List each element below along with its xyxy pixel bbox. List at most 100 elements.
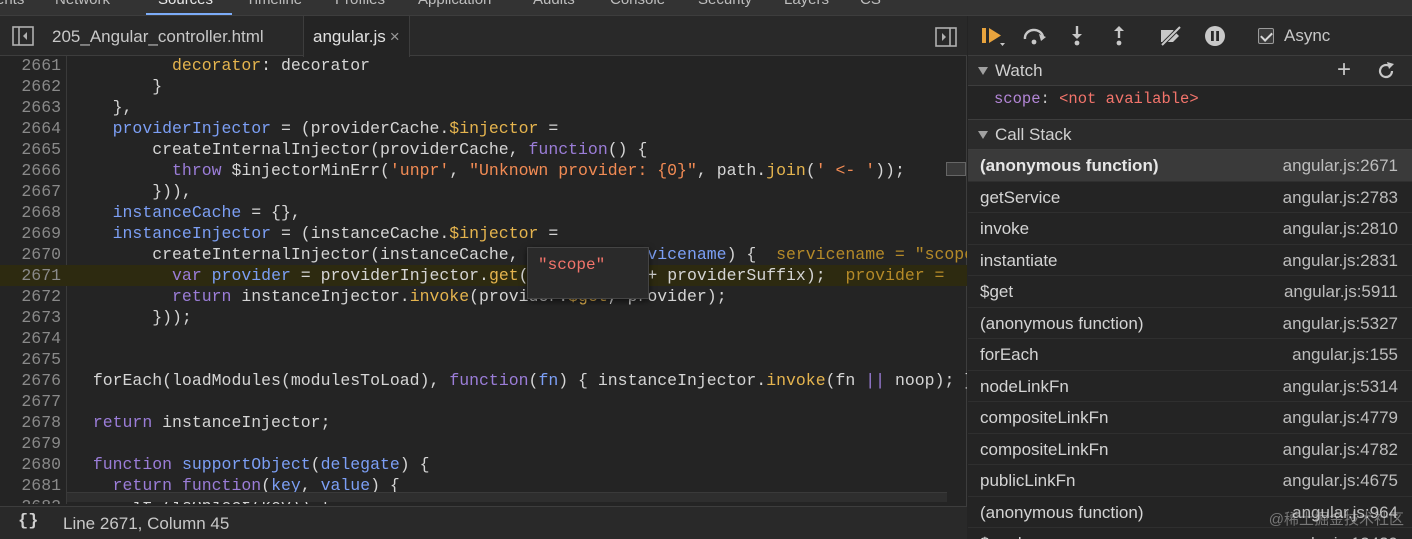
call-frame[interactable]: compositeLinkFn angular.js:4779 (968, 402, 1412, 434)
line-number[interactable]: 2676 (0, 370, 61, 391)
code-line[interactable]: 2661 decorator: decorator (0, 56, 967, 76)
tab-elements[interactable]: ents (0, 0, 24, 8)
code-line[interactable]: 2669 instanceInjector = (instanceCache.$… (0, 223, 967, 244)
line-number[interactable]: 2665 (0, 139, 61, 160)
call-frame-location[interactable]: angular.js:5327 (1283, 314, 1398, 334)
code-line[interactable]: 2668 instanceCache = {}, (0, 202, 967, 223)
watch-section-header[interactable]: Watch + (968, 56, 1412, 86)
line-number[interactable]: 2677 (0, 391, 61, 412)
code-line[interactable]: 2665 createInternalInjector(providerCach… (0, 139, 967, 160)
call-frame-location[interactable]: angular.js:2671 (1283, 156, 1398, 176)
call-frame-location[interactable]: angular.js:12439 (1273, 534, 1398, 539)
call-frame-location[interactable]: angular.js:155 (1292, 345, 1398, 365)
line-number[interactable]: 2666 (0, 160, 61, 181)
call-frame-location[interactable]: angular.js:5911 (1284, 282, 1398, 302)
code-line[interactable]: 2680 function supportObject(delegate) { (0, 454, 967, 475)
line-number[interactable]: 2667 (0, 181, 61, 202)
line-number[interactable]: 2664 (0, 118, 61, 139)
call-frame[interactable]: forEach angular.js:155 (968, 339, 1412, 371)
call-frame[interactable]: (anonymous function) angular.js:5327 (968, 308, 1412, 339)
code-line[interactable]: 2671 var provider = providerInjector.get… (0, 265, 967, 286)
code-line[interactable]: 2677 (0, 391, 967, 412)
tab-profiles[interactable]: Profiles (335, 0, 385, 8)
call-frame-location[interactable]: angular.js:2783 (1283, 188, 1398, 208)
step-out-icon[interactable] (1106, 25, 1132, 47)
code-line[interactable]: 2666 throw $injectorMinErr('unpr', "Unkn… (0, 160, 967, 181)
debugger-sidebar-toggle-icon[interactable] (935, 27, 957, 47)
call-frame-location[interactable]: angular.js:4675 (1283, 471, 1398, 491)
call-frame[interactable]: publicLinkFn angular.js:4675 (968, 465, 1412, 497)
line-number[interactable]: 2682 (0, 496, 61, 504)
call-frame[interactable]: $get angular.js:5911 (968, 276, 1412, 308)
call-frame-location[interactable]: angular.js:5314 (1283, 377, 1398, 397)
close-icon[interactable]: × (390, 27, 400, 46)
resume-icon[interactable] (980, 25, 1006, 47)
line-number[interactable]: 2662 (0, 76, 61, 97)
pretty-print-button[interactable]: {} (18, 512, 38, 531)
code-line[interactable]: 2673 })); (0, 307, 967, 328)
line-number[interactable]: 2678 (0, 412, 61, 433)
call-frame[interactable]: invoke angular.js:2810 (968, 213, 1412, 245)
refresh-icon[interactable] (1376, 61, 1396, 81)
call-frame-location[interactable]: angular.js:4779 (1283, 408, 1398, 428)
code-line[interactable]: 2667 })), (0, 181, 967, 202)
code-line[interactable]: 2662 } (0, 76, 967, 97)
file-tab-html[interactable]: 205_Angular_controller.html (43, 16, 273, 56)
code-line[interactable]: 2679 (0, 433, 967, 454)
call-frame[interactable]: instantiate angular.js:2831 (968, 245, 1412, 276)
tab-application[interactable]: Application (418, 0, 491, 8)
line-number[interactable]: 2663 (0, 97, 61, 118)
call-frame-location[interactable]: angular.js:2810 (1283, 219, 1398, 239)
line-number[interactable]: 2673 (0, 307, 61, 328)
line-number[interactable]: 2680 (0, 454, 61, 475)
call-frame[interactable]: nodeLinkFn angular.js:5314 (968, 371, 1412, 402)
tab-security[interactable]: Security (698, 0, 752, 8)
step-over-icon[interactable] (1022, 25, 1048, 47)
add-watch-button[interactable]: + (1334, 58, 1354, 82)
vertical-scroll-thumb[interactable] (946, 162, 966, 176)
call-stack-section-header[interactable]: Call Stack (968, 120, 1412, 150)
deactivate-breakpoints-icon[interactable] (1158, 25, 1184, 47)
line-number[interactable]: 2669 (0, 223, 61, 244)
async-checkbox[interactable] (1258, 28, 1274, 44)
code-line[interactable]: 2672 return instanceInjector.invoke(prov… (0, 286, 967, 307)
call-frame[interactable]: (anonymous function) angular.js:2671 (968, 150, 1412, 182)
tab-css[interactable]: CS (860, 0, 881, 8)
code-area[interactable]: 2661 decorator: decorator 2662 } 2663 }, 26… (0, 56, 967, 504)
line-number[interactable]: 2675 (0, 349, 61, 370)
tab-sources[interactable]: Sources (158, 0, 213, 8)
code-line[interactable]: 2675 (0, 349, 967, 370)
pause-on-exceptions-icon[interactable] (1202, 25, 1228, 47)
async-toggle[interactable]: Async (1258, 25, 1330, 47)
line-number[interactable]: 2681 (0, 475, 61, 496)
navigator-toggle-icon[interactable] (12, 26, 34, 46)
code-line[interactable]: 2676 forEach(loadModules(modulesToLoad),… (0, 370, 967, 391)
code-line[interactable]: 2674 (0, 328, 967, 349)
file-tab-angular-js[interactable]: angular.js × (303, 16, 410, 57)
code-line[interactable]: 2663 }, (0, 97, 967, 118)
line-number[interactable]: 2671 (0, 265, 61, 286)
line-number[interactable]: 2674 (0, 328, 61, 349)
line-number[interactable]: 2661 (0, 56, 61, 76)
line-number[interactable]: 2672 (0, 286, 61, 307)
tab-network[interactable]: Network (55, 0, 110, 8)
call-frame-location[interactable]: angular.js:2831 (1283, 251, 1398, 271)
call-frame[interactable]: getService angular.js:2783 (968, 182, 1412, 213)
value-tooltip: "scope" (527, 247, 649, 299)
code-line[interactable]: 2664 providerInjector = (providerCache.$… (0, 118, 967, 139)
code-line[interactable]: 2678 return instanceInjector; (0, 412, 967, 433)
call-frame-location[interactable]: angular.js:4782 (1283, 440, 1398, 460)
watch-expression[interactable]: scope: <not available> (994, 90, 1199, 108)
tab-console[interactable]: Console (610, 0, 665, 8)
step-into-icon[interactable] (1064, 25, 1090, 47)
tab-layers[interactable]: Layers (784, 0, 829, 8)
line-number[interactable]: 2679 (0, 433, 61, 454)
call-frame[interactable]: $apply angular.js:12439 (968, 528, 1412, 539)
code-line[interactable]: 2670 createInternalInjector(instanceCach… (0, 244, 967, 265)
line-number[interactable]: 2670 (0, 244, 61, 265)
horizontal-scrollbar[interactable] (67, 492, 947, 502)
tab-audits[interactable]: Audits (533, 0, 575, 8)
tab-timeline[interactable]: Timeline (246, 0, 302, 8)
line-number[interactable]: 2668 (0, 202, 61, 223)
call-frame[interactable]: compositeLinkFn angular.js:4782 (968, 434, 1412, 465)
